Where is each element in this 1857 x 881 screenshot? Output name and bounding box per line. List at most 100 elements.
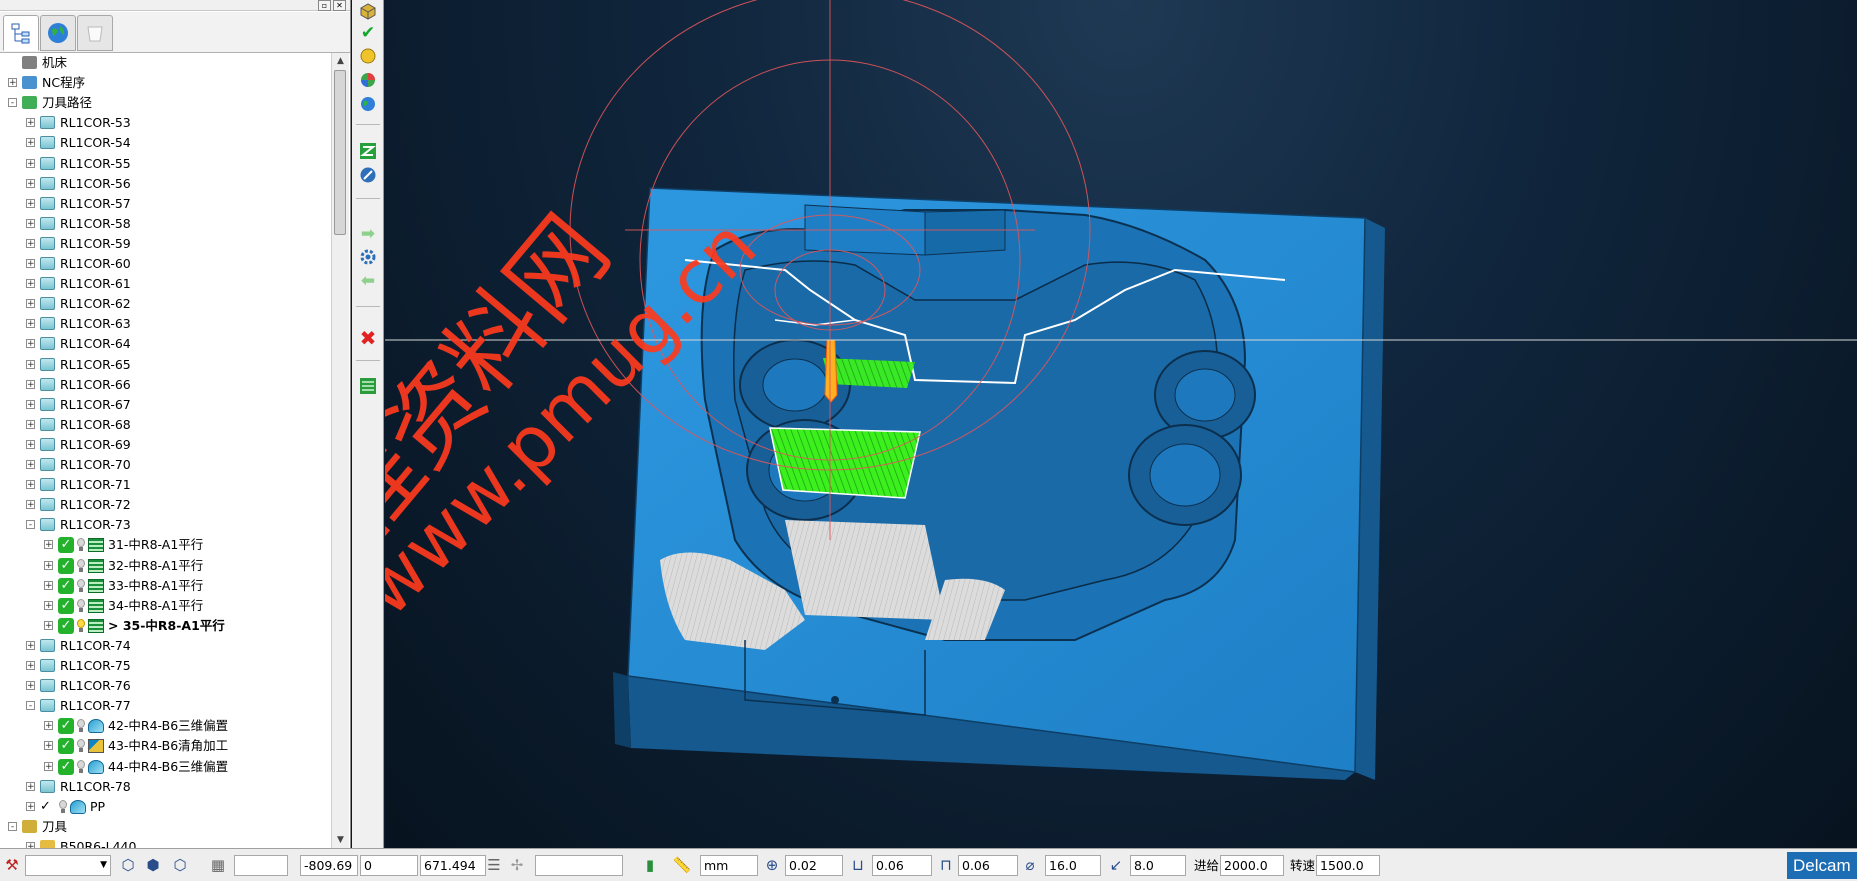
expand-icon[interactable]: + (26, 661, 35, 671)
blank-tab[interactable] (77, 15, 113, 51)
stepover-field[interactable]: 8.0 (1130, 855, 1186, 876)
expand-icon[interactable]: + (44, 761, 53, 771)
view-iso1-icon[interactable]: ⬡ (118, 855, 138, 875)
active-check-icon[interactable]: ✓ (58, 537, 74, 554)
active-check-icon[interactable]: ✓ (58, 557, 74, 574)
shading-ball-icon[interactable] (357, 69, 379, 91)
thickness-field[interactable]: 0.06 (872, 855, 932, 876)
snap-icon[interactable]: ✢ (507, 855, 527, 875)
expand-icon[interactable]: + (44, 540, 53, 550)
tree-scrollbar[interactable]: ▲ ▼ (331, 53, 349, 848)
expand-icon[interactable]: + (26, 138, 35, 148)
expand-icon[interactable]: + (26, 158, 35, 168)
expand-icon[interactable]: + (26, 178, 35, 188)
expand-icon[interactable]: + (26, 681, 35, 691)
empty-field[interactable] (535, 855, 623, 876)
lightbulb-icon[interactable] (77, 558, 85, 572)
lightbulb-icon[interactable] (77, 578, 85, 592)
axial-thickness-field[interactable]: 0.06 (958, 855, 1018, 876)
collapse-icon[interactable]: - (26, 701, 35, 711)
expand-icon[interactable]: + (44, 560, 53, 570)
tolerance-field[interactable]: 0.02 (785, 855, 843, 876)
scroll-thumb[interactable] (334, 70, 346, 235)
y-coordinate-field[interactable]: 0 (360, 855, 418, 876)
lightbulb-icon[interactable] (77, 759, 85, 773)
active-check-icon[interactable]: ✓ (58, 718, 74, 735)
collapse-icon[interactable]: - (8, 98, 17, 108)
active-check-icon[interactable]: ✓ (58, 758, 74, 775)
scroll-down-icon[interactable]: ▼ (332, 832, 349, 848)
lightbulb-icon[interactable] (77, 739, 85, 753)
settings-gear-icon[interactable] (357, 246, 379, 268)
expand-icon[interactable]: + (26, 359, 35, 369)
expand-icon[interactable]: + (26, 419, 35, 429)
expand-icon[interactable]: + (44, 580, 53, 590)
bar-chart-icon[interactable]: ▮ (640, 855, 660, 875)
toolpath-link-icon[interactable] (357, 140, 379, 162)
prev-arrow-icon[interactable]: ⬅ (357, 270, 379, 292)
expand-icon[interactable]: + (26, 339, 35, 349)
lightbulb-icon[interactable] (77, 618, 85, 632)
expand-icon[interactable]: + (44, 620, 53, 630)
expand-icon[interactable]: + (8, 78, 17, 88)
expand-icon[interactable]: + (26, 198, 35, 208)
green-list-icon[interactable] (357, 375, 379, 397)
expand-icon[interactable]: + (26, 439, 35, 449)
diameter-field[interactable]: 16.0 (1045, 855, 1101, 876)
expand-icon[interactable]: + (26, 218, 35, 228)
tree-tab[interactable] (3, 15, 39, 51)
collapse-icon[interactable]: - (26, 520, 35, 530)
next-arrow-icon[interactable]: ➡ (357, 223, 379, 245)
grid-icon[interactable]: ▦ (208, 855, 228, 875)
expand-icon[interactable]: + (26, 379, 35, 389)
stock-icon[interactable] (357, 0, 379, 22)
x-coordinate-field[interactable]: -809.69 (300, 855, 358, 876)
globe-tab[interactable] (40, 15, 76, 51)
feed-field[interactable]: 2000.0 (1220, 855, 1284, 876)
lightbulb-icon[interactable] (77, 598, 85, 612)
selector-dropdown[interactable]: ▼ (25, 855, 111, 876)
view-iso2-icon[interactable]: ⬢ (143, 855, 163, 875)
globe-view-icon[interactable] (357, 93, 379, 115)
expand-icon[interactable]: + (44, 600, 53, 610)
scroll-up-icon[interactable]: ▲ (332, 53, 349, 69)
expand-icon[interactable]: + (26, 460, 35, 470)
expand-icon[interactable]: + (26, 781, 35, 791)
lightbulb-icon[interactable] (77, 538, 85, 552)
units-field[interactable]: mm (700, 855, 758, 876)
grid-field[interactable] (234, 855, 288, 876)
lightbulb-icon[interactable] (77, 719, 85, 733)
workplane-icon[interactable]: ⚒ (2, 855, 22, 875)
expand-icon[interactable]: + (26, 238, 35, 248)
expand-icon[interactable]: + (26, 801, 35, 811)
collapse-icon[interactable]: - (8, 821, 17, 831)
expand-icon[interactable]: + (26, 279, 35, 289)
z-coordinate-field[interactable]: 671.494 (420, 855, 486, 876)
restore-icon[interactable]: ▫ (318, 0, 331, 11)
expand-icon[interactable]: + (26, 500, 35, 510)
expand-icon[interactable]: + (44, 741, 53, 751)
ruler-icon[interactable]: 📏 (672, 855, 692, 875)
list-icon[interactable]: ☰ (484, 855, 504, 875)
expand-icon[interactable]: + (26, 259, 35, 269)
expand-icon[interactable]: + (26, 399, 35, 409)
expand-icon[interactable]: + (26, 299, 35, 309)
active-check-icon[interactable]: ✓ (58, 617, 74, 634)
active-check-icon[interactable]: ✓ (58, 597, 74, 614)
lightbulb-icon[interactable] (59, 799, 67, 813)
view-iso3-icon[interactable]: ⬡ (170, 855, 190, 875)
tick-icon[interactable]: ✓ (40, 797, 51, 817)
expand-icon[interactable]: + (26, 319, 35, 329)
edit-path-icon[interactable] (357, 164, 379, 186)
expand-icon[interactable]: + (44, 721, 53, 731)
accept-check-icon[interactable]: ✔ (357, 22, 379, 44)
expand-icon[interactable]: + (26, 480, 35, 490)
expand-icon[interactable]: + (26, 640, 35, 650)
speed-field[interactable]: 1500.0 (1316, 855, 1380, 876)
close-panel-icon[interactable]: ✕ (333, 0, 346, 11)
delete-x-icon[interactable]: ✖ (357, 326, 379, 350)
active-check-icon[interactable]: ✓ (58, 738, 74, 755)
yellow-sphere-icon[interactable] (357, 45, 379, 67)
active-check-icon[interactable]: ✓ (58, 577, 74, 594)
graphics-viewport[interactable]: 编程资料网 www.pmug.cn (385, 0, 1857, 848)
